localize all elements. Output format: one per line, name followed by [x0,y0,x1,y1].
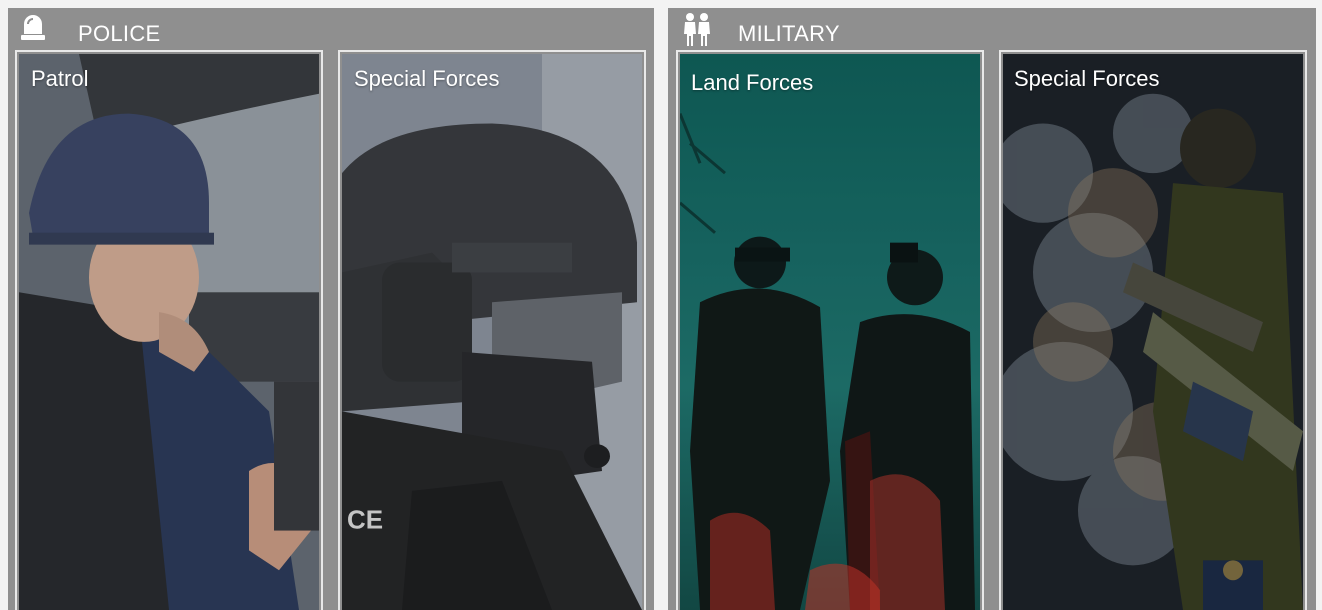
police-header: POLICE [8,8,654,48]
card-label-military-special-forces: Special Forces [1014,66,1160,91]
card-label-police-special-forces: Special Forces [354,66,500,91]
card-label-patrol: Patrol [31,66,89,91]
soldiers-icon [680,12,714,53]
card-land-forces[interactable]: Land Forces [676,50,984,610]
card-police-special-forces[interactable]: CE Special Forces [338,50,646,610]
military-header: MILITARY [668,8,1316,48]
police-special-forces-image: CE [342,54,642,610]
land-forces-image [680,54,980,610]
card-military-special-forces[interactable]: Special Forces [999,50,1307,610]
police-title: POLICE [78,21,161,46]
military-title: MILITARY [738,21,840,46]
military-special-forces-image [1003,54,1303,610]
svg-text:CE: CE [347,507,383,535]
card-label-land-forces: Land Forces [691,70,814,95]
siren-icon [18,12,48,47]
card-patrol[interactable]: Patrol [15,50,323,610]
police-section: POLICE Patrol CE Special Forces [8,8,654,610]
patrol-image [19,54,319,610]
military-section: MILITARY Land Forces Special Forces [668,8,1316,610]
